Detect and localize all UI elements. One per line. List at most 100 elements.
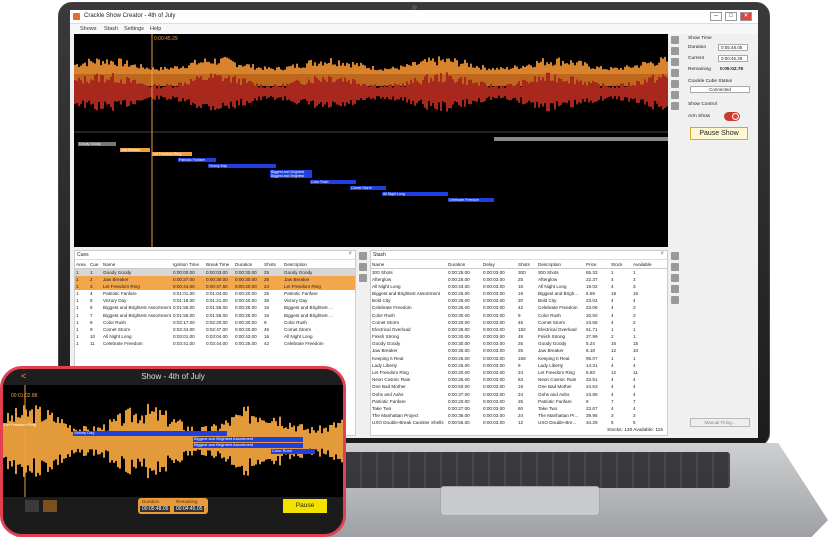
cues-row[interactable]: 1 3 Let Freedom Ring 0:00:44.00 0:00:47.50 0:… (75, 282, 355, 290)
menu-help[interactable]: Help (150, 26, 161, 32)
cues-col-header[interactable]: Description (283, 261, 355, 269)
phone-cue[interactable]: Biggest and Brightest Assortment (193, 437, 303, 442)
stash-row[interactable]: Electrical Overload 0:00:25.00 0:00:03.00 1… (371, 326, 667, 333)
menu-shows[interactable]: Shows (80, 26, 97, 32)
copy-stash-icon[interactable] (671, 263, 679, 271)
play-icon[interactable] (671, 58, 679, 66)
remove-stash-icon[interactable] (671, 296, 679, 304)
add-stash-icon[interactable] (671, 252, 679, 260)
cues-cell: 0:00:20.00 (235, 290, 257, 296)
stash-row[interactable]: Lady Liberty 0:00:25.00 0:00:03.00 9 Lady Li… (371, 362, 667, 369)
close-button[interactable]: ✕ (740, 12, 752, 21)
menu-settings[interactable]: Settings (124, 26, 144, 32)
stash-row[interactable]: Patriotic Fanfare 0:00:20.00 0:00:03.00 25 P… (371, 398, 667, 405)
cues-row[interactable]: 1 5 Victory Day 0:01:18.00 0:01:21.00 0:00:40… (75, 297, 355, 304)
timeline-cue[interactable]: Biggest and Brightest (270, 174, 312, 178)
timeline-cue[interactable]: Patriotic Fanfare (178, 158, 216, 162)
cues-row[interactable]: 1 10 All Night Long 0:03:01.00 0:03:04.00 0:0… (75, 333, 355, 340)
cues-row[interactable]: 1 9 Comet Storm 0:02:44.00 0:02:47.00 0:00:20… (75, 326, 355, 333)
zoom-out-icon[interactable] (671, 102, 679, 110)
phone-cue[interactable]: Biggest and Brightest Assortment (193, 443, 303, 448)
phone-waveform[interactable]: Let Freedom Ring Victory Day Biggest and B… (3, 385, 343, 497)
add-icon[interactable] (671, 36, 679, 44)
stash-row[interactable]: Afterglow 0:00:25.00 0:00:03.00 25 Afterglow… (371, 276, 667, 283)
stash-row[interactable]: Goody Goody 0:00:30.00 0:00:03.00 25 Goody G… (371, 340, 667, 347)
cues-close-icon[interactable]: × (348, 251, 352, 257)
pause-show-button[interactable]: Pause Show (690, 127, 748, 140)
stash-col-header[interactable]: Price (585, 261, 610, 269)
stash-col-header[interactable]: Delay (482, 261, 517, 269)
stash-col-header[interactable]: Shots (517, 261, 537, 269)
stash-row[interactable]: UXO Double-Break Canister Shells 0:00:56.… (371, 419, 667, 426)
cues-col-header[interactable]: Duration (234, 261, 263, 269)
cues-row[interactable]: 1 8 Color Rush 0:02:17.00 0:02:20.00 0:00:30.… (75, 319, 355, 326)
stash-row[interactable]: Jaw Breaker 0:00:30.00 0:00:03.00 25 Jaw Bre… (371, 347, 667, 354)
timeline-cue[interactable]: Comet Storm (350, 186, 386, 190)
delete-cue-icon[interactable] (359, 274, 367, 282)
phone-pause-button[interactable]: Pause (283, 499, 327, 513)
timeline-cue[interactable]: Victory Day (208, 164, 276, 168)
edit-stash-icon[interactable] (671, 274, 679, 282)
cues-col-header[interactable]: Area (75, 261, 89, 269)
timeline-cue[interactable]: Jaw Breaker (120, 148, 150, 152)
cues-col-header[interactable]: Ignition Time (172, 261, 205, 269)
stash-row[interactable]: Biggest and Brightest Assortment 0:00:25.… (371, 290, 667, 297)
stash-row[interactable]: 300 Shots 0:00:25.00 0:00:03.00 300 300 Shot… (371, 268, 667, 276)
stash-row[interactable]: Let Freedom Ring 0:00:20.00 0:00:03.00 24 Le… (371, 369, 667, 376)
stash-row[interactable]: The Manhattan Project 0:00:36.00 0:00:03.0… (371, 412, 667, 419)
stash-col-header[interactable]: Available (632, 261, 667, 269)
stash-col-header[interactable]: Description (537, 261, 585, 269)
stash-row[interactable]: Finish Strong 0:00:20.00 0:00:03.00 49 Finis… (371, 333, 667, 340)
cues-col-header[interactable]: Break Time (205, 261, 234, 269)
timeline-cue[interactable]: Goody Goody (78, 142, 116, 146)
stash-cell: 2 (611, 334, 614, 340)
zoom-in-icon[interactable] (671, 91, 679, 99)
cues-col-header[interactable]: Shots (263, 261, 283, 269)
stash-row[interactable]: Keeping It Real 0:00:25.00 0:00:03.00 158 Ke… (371, 355, 667, 362)
align-icon[interactable] (671, 80, 679, 88)
manual-firing-button[interactable]: Manual Firing... (690, 418, 750, 427)
cues-row[interactable]: 1 6 Biggest and Brightest Assortment 0:01:5… (75, 304, 355, 311)
cues-cell: Patriotic Fanfare (284, 290, 318, 296)
stash-col-header[interactable]: Duration (447, 261, 482, 269)
cues-col-header[interactable]: Cue (89, 261, 102, 269)
cues-col-header[interactable]: Name (102, 261, 172, 269)
maximize-button[interactable]: □ (725, 12, 737, 21)
stash-col-header[interactable]: Stock (610, 261, 632, 269)
stash-row[interactable]: Color Rush 0:00:30.00 0:00:03.00 9 Color Rus… (371, 311, 667, 318)
delete-stash-icon[interactable] (671, 285, 679, 293)
stash-col-header[interactable]: Name (371, 261, 447, 269)
stash-close-icon[interactable]: × (660, 251, 664, 257)
cues-row[interactable]: 1 2 Jaw Breaker 0:00:27.00 0:00:30.00 0:00:30… (75, 275, 355, 283)
phone-stop-icon[interactable] (43, 500, 57, 512)
cues-row[interactable]: 1 4 Patriotic Fanfare 0:01:01.00 0:01:04.00 0… (75, 290, 355, 297)
cues-row[interactable]: 1 1 Goody Goody 0:00:00.00 0:00:03.00 0:00:30… (75, 268, 355, 276)
stash-row[interactable]: One Bad Mother 0:00:50.00 0:00:03.00 16 One … (371, 383, 667, 390)
stash-row[interactable]: All Night Long 0:00:43.00 0:00:03.00 16 All … (371, 283, 667, 290)
minimize-button[interactable]: – (710, 12, 722, 21)
stash-row[interactable]: Take Two 0:00:27.00 0:00:03.00 60 Take Two 23… (371, 405, 667, 412)
phone-pause-icon[interactable] (25, 500, 39, 512)
delete-icon[interactable] (671, 47, 679, 55)
menu-stash[interactable]: Stash (104, 26, 118, 32)
phone-cue[interactable]: Let Freedom Ring (3, 423, 63, 428)
stop-icon[interactable] (671, 69, 679, 77)
stash-cell: 0:00:03.00 (483, 341, 505, 347)
cues-row[interactable]: 1 11 Celebrate Freedom 0:03:41.00 0:03:44.00… (75, 340, 355, 347)
cues-row[interactable]: 1 7 Biggest and Brightest Assortment 0:01:5… (75, 311, 355, 318)
add-cue-icon[interactable] (359, 252, 367, 260)
timeline-canvas[interactable]: 0:00:45.29 Goody Goody Jaw Breaker Let Fre… (74, 34, 668, 247)
timeline-cue[interactable]: Let Freedom Ring (152, 152, 192, 156)
timeline-cue[interactable]: All Night Long (382, 192, 448, 196)
stash-row[interactable]: Neon Cosmic Rain 0:00:25.00 0:00:03.00 63 Ne… (371, 376, 667, 383)
stash-row[interactable]: Bold City 0:00:25.00 0:00:03.00 20 Bold City… (371, 297, 667, 304)
phone-cue[interactable]: Victory Day (73, 431, 227, 436)
stash-row[interactable]: Comet Storm 0:00:20.00 0:00:03.00 45 Comet S… (371, 319, 667, 326)
arm-show-toggle[interactable] (724, 112, 740, 121)
edit-cue-icon[interactable] (359, 263, 367, 271)
timeline-cue[interactable]: Celebrate Freedom (448, 198, 494, 202)
stash-row[interactable]: Oohs and Aahs 0:00:37.00 0:00:03.00 24 Oohs … (371, 391, 667, 398)
stash-row[interactable]: Celebrate Freedom 0:00:25.00 0:00:03.00 42 C… (371, 304, 667, 311)
phone-cue[interactable]: Color Rush (271, 449, 315, 454)
timeline-cue[interactable]: Color Rush (310, 180, 356, 184)
